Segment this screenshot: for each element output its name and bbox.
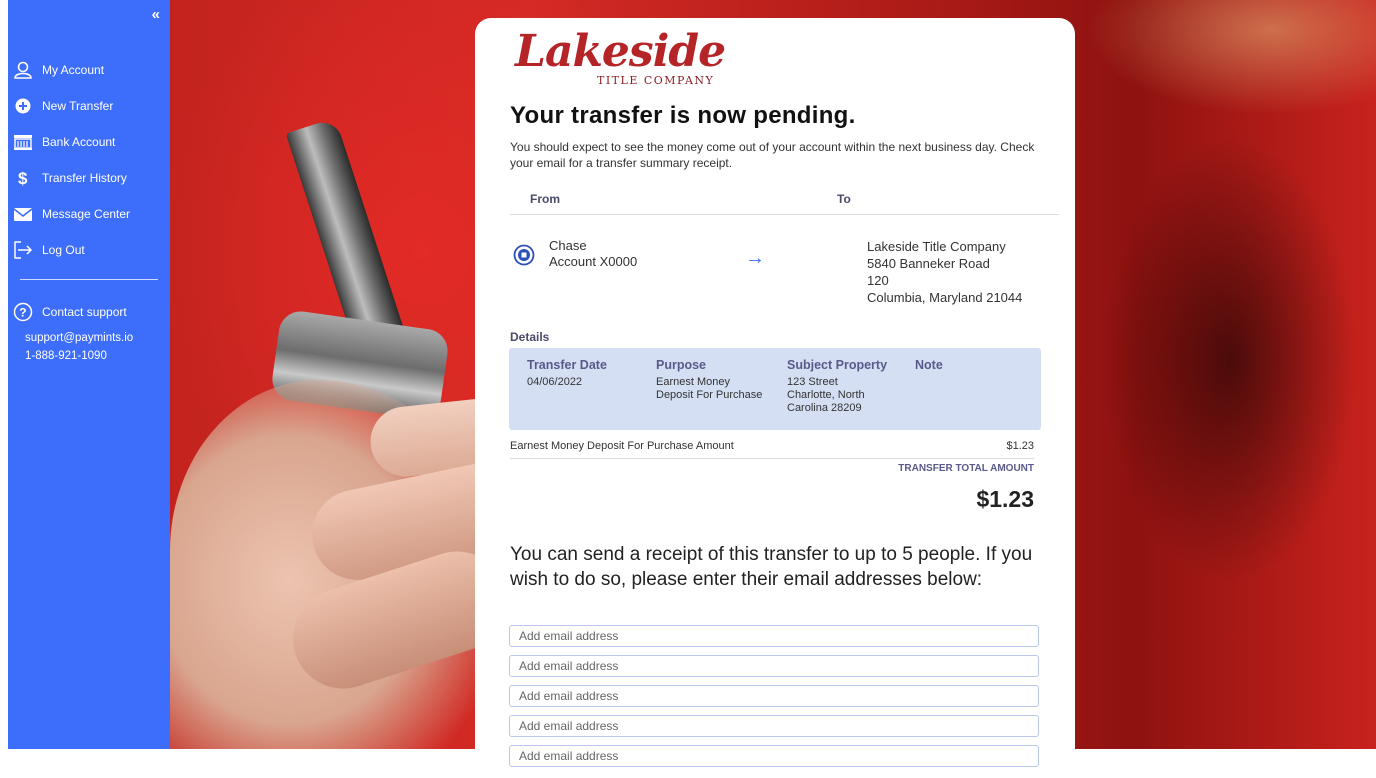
to-unit: 120 (867, 273, 889, 288)
collapse-sidebar-icon[interactable]: « (152, 6, 160, 23)
contact-support-label: Contact support (42, 305, 127, 319)
email-field-5[interactable] (509, 745, 1039, 767)
detail-header: Note (915, 358, 943, 372)
detail-value: Deposit For Purchase (656, 389, 763, 401)
divider (510, 214, 1059, 215)
svg-text:$: $ (18, 169, 28, 187)
detail-note: Note (915, 358, 943, 376)
sidebar-item-label: Bank Account (42, 135, 116, 149)
amount-row: Earnest Money Deposit For Purchase Amoun… (510, 440, 1034, 459)
detail-value: 123 Street (787, 376, 838, 388)
detail-value: Carolina 28209 (787, 402, 862, 414)
from-account: Chase Account X0000 (549, 238, 637, 270)
support-email[interactable]: support@paymints.io (12, 332, 167, 350)
support-phone[interactable]: 1-888-921-1090 (12, 350, 167, 368)
sidebar-item-bank-account[interactable]: Bank Account (8, 124, 170, 160)
details-table: Transfer Date 04/06/2022 Purpose Earnest… (509, 348, 1041, 430)
detail-value: Charlotte, North (787, 389, 865, 401)
detail-purpose: Purpose Earnest Money Deposit For Purcha… (656, 358, 762, 402)
details-label: Details (510, 330, 550, 344)
contact-support-link[interactable]: ? Contact support (12, 300, 167, 324)
from-bank-name: Chase (549, 238, 587, 253)
to-street: 5840 Banneker Road (867, 256, 990, 271)
amount-value: $1.23 (1006, 440, 1034, 452)
page-title: Your transfer is now pending. (510, 102, 856, 129)
logout-icon (14, 241, 33, 259)
sidebar-item-label: Log Out (42, 243, 85, 257)
user-icon (14, 61, 32, 79)
detail-header: Subject Property (787, 358, 888, 372)
company-logo: Lakeside TITLE COMPANY (515, 26, 726, 96)
email-field-3[interactable] (509, 685, 1039, 707)
dollar-icon: $ (18, 169, 28, 187)
from-label: From (530, 192, 560, 206)
intro-text: You should expect to see the money come … (510, 140, 1035, 170)
sidebar-item-new-transfer[interactable]: New Transfer (8, 88, 170, 124)
plus-circle-icon (15, 98, 31, 114)
detail-value: Earnest Money (656, 376, 730, 388)
sidebar-item-transfer-history[interactable]: $ Transfer History (8, 160, 170, 196)
total-value: $1.23 (976, 486, 1034, 512)
sidebar-item-label: Message Center (42, 207, 131, 221)
to-label: To (837, 192, 851, 206)
detail-header: Purpose (656, 358, 707, 372)
email-field-1[interactable] (509, 625, 1039, 647)
detail-transfer-date: Transfer Date 04/06/2022 (527, 358, 607, 389)
sidebar: « My Account New Transfer Bank Account $… (8, 0, 170, 749)
logo-word: Lakeside (515, 26, 726, 77)
email-field-4[interactable] (509, 715, 1039, 737)
email-field-2[interactable] (509, 655, 1039, 677)
chase-bank-icon (513, 244, 535, 266)
to-recipient: Lakeside Title Company 5840 Banneker Roa… (867, 238, 1022, 306)
svg-text:?: ? (19, 306, 26, 320)
to-city: Columbia, Maryland 21044 (867, 290, 1023, 305)
sidebar-item-log-out[interactable]: Log Out (8, 232, 170, 268)
from-account-number: Account X0000 (549, 254, 638, 269)
detail-header: Transfer Date (527, 358, 607, 372)
sidebar-item-my-account[interactable]: My Account (8, 52, 170, 88)
detail-subject-property: Subject Property 123 Street Charlotte, N… (787, 358, 887, 415)
sidebar-item-label: Transfer History (42, 171, 127, 185)
support-section: ? Contact support support@paymints.io 1-… (12, 300, 167, 368)
sidebar-item-label: My Account (42, 63, 105, 77)
amount-label: Earnest Money Deposit For Purchase Amoun… (510, 440, 734, 452)
bank-icon (14, 135, 32, 150)
transfer-confirmation-card: Lakeside TITLE COMPANY Your transfer is … (475, 18, 1075, 778)
receipt-instructions: You can send a receipt of this transfer … (510, 544, 1033, 590)
sidebar-item-message-center[interactable]: Message Center (8, 196, 170, 232)
sidebar-nav: My Account New Transfer Bank Account $ T… (8, 52, 170, 268)
total-label: TRANSFER TOTAL AMOUNT (898, 463, 1034, 474)
sidebar-item-label: New Transfer (42, 99, 114, 113)
detail-value: 04/06/2022 (527, 376, 583, 388)
to-name: Lakeside Title Company (867, 239, 1006, 254)
logo-subtitle: TITLE COMPANY (597, 74, 715, 87)
sidebar-divider (20, 279, 158, 280)
arrow-right-icon: → (745, 247, 765, 269)
help-icon: ? (13, 302, 33, 322)
envelope-icon (13, 208, 33, 221)
